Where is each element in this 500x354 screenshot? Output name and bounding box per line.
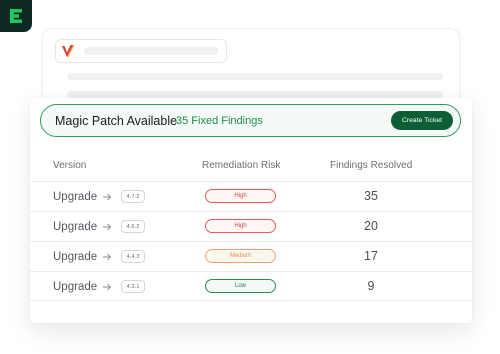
arrow-right-icon <box>103 223 112 231</box>
version-chip: 4.7.2 <box>121 190 145 203</box>
upgrade-label: Upgrade <box>53 221 98 233</box>
background-search-field <box>55 39 227 63</box>
skeleton-line <box>67 73 443 80</box>
risk-badge: Low <box>205 279 276 293</box>
version-chip: 4.4.3 <box>121 250 145 263</box>
risk-badge: High <box>205 219 276 233</box>
upgrade-label: Upgrade <box>53 191 98 203</box>
patch-panel: Magic Patch Available 35 Fixed Findings … <box>30 98 472 323</box>
create-ticket-button[interactable]: Create Ticket <box>391 111 453 130</box>
arrow-right-icon <box>103 253 112 261</box>
banner-title: Magic Patch Available <box>55 114 178 128</box>
arrow-right-icon <box>103 193 112 201</box>
findings-resolved-count: 20 <box>364 219 378 233</box>
table-row[interactable]: Upgrade 4.3.1 Low 9 <box>30 271 472 301</box>
arrow-right-icon <box>103 283 112 291</box>
column-header-remediation-risk: Remediation Risk <box>202 160 281 171</box>
fixed-findings-count: 35 Fixed Findings <box>176 115 263 127</box>
column-header-version: Version <box>53 160 87 171</box>
app-logo[interactable] <box>0 0 32 32</box>
findings-resolved-count: 35 <box>364 189 378 203</box>
risk-badge: High <box>205 189 276 203</box>
magic-patch-banner: Magic Patch Available 35 Fixed Findings … <box>40 104 461 137</box>
skeleton-line <box>67 91 443 98</box>
table-row[interactable]: Upgrade 4.7.2 High 35 <box>30 181 472 211</box>
v-logo-icon <box>62 45 75 57</box>
brand-e-logo-icon <box>10 9 22 23</box>
table-row[interactable]: Upgrade 4.4.3 Medium 17 <box>30 241 472 271</box>
upgrade-label: Upgrade <box>53 251 98 263</box>
findings-resolved-count: 17 <box>364 249 378 263</box>
skeleton-line <box>84 47 218 55</box>
risk-badge: Medium <box>205 249 276 263</box>
table-row[interactable]: Upgrade 4.6.2 High 20 <box>30 211 472 241</box>
findings-resolved-count: 9 <box>367 279 375 293</box>
version-chip: 4.6.2 <box>121 220 145 233</box>
upgrade-label: Upgrade <box>53 281 98 293</box>
background-card <box>42 28 460 108</box>
version-chip: 4.3.1 <box>121 280 145 293</box>
column-header-findings-resolved: Findings Resolved <box>330 160 413 171</box>
